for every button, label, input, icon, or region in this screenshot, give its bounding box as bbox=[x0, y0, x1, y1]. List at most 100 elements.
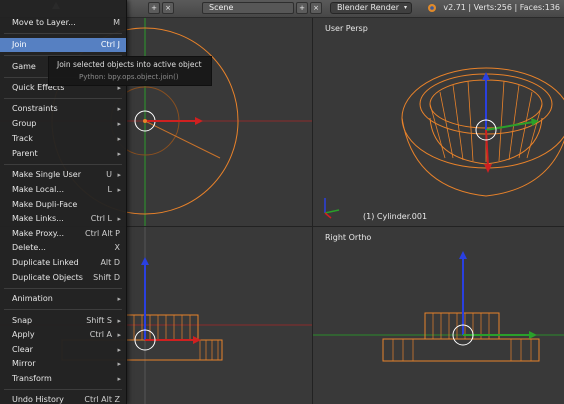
menu-item-label: Constraints bbox=[12, 104, 58, 113]
tooltip-description: Join selected objects into active object bbox=[57, 60, 202, 69]
menu-item-shortcut: Ctrl Alt P bbox=[85, 229, 120, 238]
menu-item-mirror[interactable]: Mirror ▸ bbox=[0, 357, 126, 371]
menu-item-shortcut: X bbox=[114, 243, 120, 252]
menu-item-label: Make Dupli-Face bbox=[12, 200, 78, 209]
menu-item-make-proxy[interactable]: Make Proxy... Ctrl Alt P bbox=[0, 227, 126, 241]
cylinder-edge bbox=[144, 120, 221, 159]
menu-item-shortcut: L bbox=[107, 185, 112, 194]
menu-separator bbox=[4, 389, 122, 390]
viewport-vertical-divider[interactable] bbox=[312, 18, 313, 404]
x-arrow-head bbox=[195, 117, 203, 125]
blender-logo-icon bbox=[428, 4, 436, 12]
user-persp-scene bbox=[324, 67, 564, 219]
menu-item-label: Undo History bbox=[12, 395, 64, 404]
scene-selector[interactable]: Scene bbox=[202, 2, 294, 14]
menu-item-label: Mirror bbox=[12, 359, 36, 368]
menu-separator bbox=[4, 98, 122, 99]
viewport-title: User Persp bbox=[325, 24, 368, 33]
z-arrow-head bbox=[141, 257, 149, 265]
menu-item-shortcut: U bbox=[106, 170, 112, 179]
menu-item-label: Snap bbox=[12, 316, 33, 325]
menu-item-make-local[interactable]: Make Local... L ▸ bbox=[0, 183, 126, 197]
menu-item-label: Duplicate Linked bbox=[12, 258, 79, 267]
cylinder-top-profile bbox=[125, 314, 199, 341]
scene-add-button-2[interactable]: + bbox=[296, 2, 308, 14]
tooltip-python: Python: bpy.ops.object.join() bbox=[79, 73, 179, 81]
dropdown-chevron-icon: ▾ bbox=[403, 4, 407, 11]
x-arrow-head bbox=[484, 164, 492, 173]
menu-item-constraints[interactable]: Constraints ▸ bbox=[0, 102, 126, 116]
menu-item-clear[interactable]: Clear ▸ bbox=[0, 343, 126, 357]
submenu-arrow-icon: ▸ bbox=[117, 317, 121, 325]
y-arrow-head bbox=[529, 331, 537, 339]
menu-item-label: Delete... bbox=[12, 243, 46, 252]
version-stats: v2.71 | Verts:256 | Faces:136 bbox=[443, 3, 560, 12]
submenu-arrow-icon: ▸ bbox=[117, 346, 121, 354]
menu-item-undo-history[interactable]: Undo History Ctrl Alt Z bbox=[0, 393, 126, 404]
menu-item-apply[interactable]: Apply Ctrl A ▸ bbox=[0, 328, 126, 342]
viewport-title: Right Ortho bbox=[325, 233, 372, 242]
menu-item-shortcut: Alt D bbox=[100, 258, 120, 267]
menu-separator bbox=[4, 309, 122, 310]
menu-item-move-to-layer[interactable]: Move to Layer... M bbox=[0, 16, 126, 30]
submenu-arrow-icon: ▸ bbox=[117, 171, 121, 179]
submenu-arrow-icon: ▸ bbox=[117, 120, 121, 128]
render-engine-label: Blender Render bbox=[337, 3, 400, 12]
submenu-arrow-icon: ▸ bbox=[117, 186, 121, 194]
menu-item-shortcut: Shift S bbox=[86, 316, 112, 325]
menu-item-make-single-user[interactable]: Make Single User U ▸ bbox=[0, 168, 126, 182]
submenu-arrow-icon: ▸ bbox=[117, 295, 121, 303]
menu-item-label: Transform bbox=[12, 374, 52, 383]
menu-item-duplicate-linked[interactable]: Duplicate Linked Alt D bbox=[0, 256, 126, 270]
menu-item-snap[interactable]: Snap Shift S ▸ bbox=[0, 314, 126, 328]
menu-separator bbox=[4, 288, 122, 289]
menu-item-shortcut: Ctrl L bbox=[90, 214, 112, 223]
menu-item-label: Animation bbox=[12, 294, 53, 303]
menu-item-delete[interactable]: Delete... X bbox=[0, 241, 126, 255]
menu-item-label: Parent bbox=[12, 149, 38, 158]
menu-item-join[interactable]: Join Ctrl J bbox=[0, 38, 126, 52]
submenu-arrow-icon: ▸ bbox=[117, 375, 121, 383]
viewport-user-persp[interactable]: User Persp (1) Cylinder.001 bbox=[313, 18, 564, 226]
scene-remove-button[interactable]: × bbox=[310, 2, 322, 14]
menu-item-label: Track bbox=[12, 134, 33, 143]
z-arrow-head bbox=[482, 72, 490, 80]
join-tooltip: Join selected objects into active object… bbox=[48, 56, 212, 86]
submenu-arrow-icon: ▸ bbox=[117, 150, 121, 158]
active-object-name: (1) Cylinder.001 bbox=[363, 212, 428, 221]
corner-x-axis bbox=[324, 212, 332, 219]
menu-item-track[interactable]: Track ▸ bbox=[0, 132, 126, 146]
menu-item-shortcut: Shift D bbox=[93, 273, 120, 282]
menu-item-shortcut: Ctrl J bbox=[100, 40, 120, 49]
cylinder-base-top bbox=[401, 67, 564, 169]
viewport-right-ortho[interactable]: Right Ortho bbox=[313, 227, 564, 404]
menu-item-animation[interactable]: Animation ▸ bbox=[0, 292, 126, 306]
menu-item-shortcut: M bbox=[113, 18, 120, 27]
menu-item-make-dupli-face[interactable]: Make Dupli-Face bbox=[0, 198, 126, 212]
menu-item-label: Move to Layer... bbox=[12, 18, 76, 27]
menu-item-shortcut: Ctrl Alt Z bbox=[84, 395, 120, 404]
menu-item-label: Make Single User bbox=[12, 170, 81, 179]
menu-item-label: Make Links... bbox=[12, 214, 64, 223]
submenu-arrow-icon: ▸ bbox=[117, 135, 121, 143]
menu-item-label: Group bbox=[12, 119, 37, 128]
profile-wire-lines bbox=[133, 315, 219, 360]
corner-y-axis bbox=[324, 209, 340, 214]
menu-item-label: Apply bbox=[12, 330, 35, 339]
menu-item-parent[interactable]: Parent ▸ bbox=[0, 147, 126, 161]
menu-item-make-links[interactable]: Make Links... Ctrl L ▸ bbox=[0, 212, 126, 226]
menu-separator bbox=[4, 33, 122, 34]
menu-item-label: Duplicate Objects bbox=[12, 273, 83, 282]
z-arrow-head bbox=[459, 251, 467, 259]
right-ortho-scene bbox=[313, 251, 564, 362]
menu-item-transform[interactable]: Transform ▸ bbox=[0, 372, 126, 386]
menu-item-group[interactable]: Group ▸ bbox=[0, 117, 126, 131]
menu-item-label: Make Proxy... bbox=[12, 229, 65, 238]
scene-add-button[interactable]: + bbox=[148, 2, 160, 14]
menu-item-duplicate-objects[interactable]: Duplicate Objects Shift D bbox=[0, 271, 126, 285]
submenu-arrow-icon: ▸ bbox=[117, 360, 121, 368]
render-engine-dropdown[interactable]: Blender Render ▾ bbox=[330, 2, 412, 14]
submenu-arrow-icon: ▸ bbox=[117, 215, 121, 223]
menu-separator bbox=[4, 164, 122, 165]
screen-remove-button[interactable]: × bbox=[162, 2, 174, 14]
